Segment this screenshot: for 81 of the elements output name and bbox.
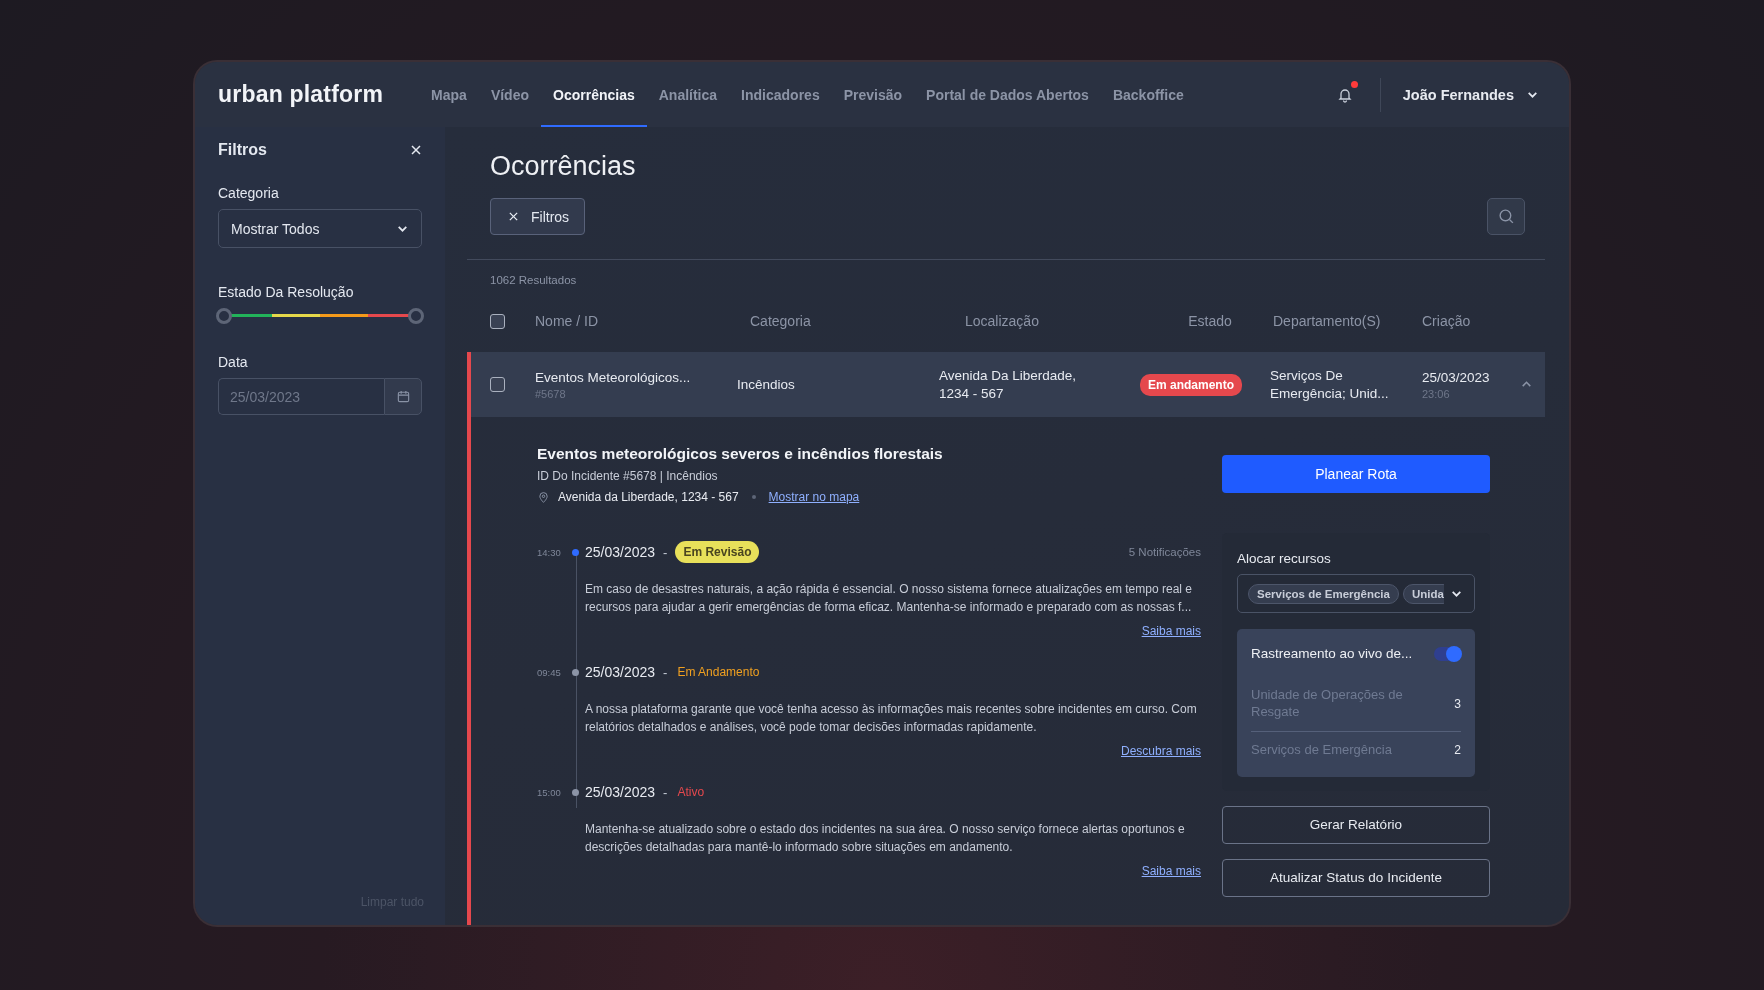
map-link[interactable]: Mostrar no mapa xyxy=(768,490,860,504)
read-more-link[interactable]: Descubra mais xyxy=(1120,744,1201,758)
column-header[interactable]: Categoria xyxy=(737,313,939,329)
event-time: 09:45 xyxy=(537,666,562,678)
department-cell-text: Serviços De Emergência; Unid... xyxy=(1270,366,1390,403)
field-label: Data xyxy=(218,354,249,370)
search-button[interactable] xyxy=(1487,198,1525,235)
tracking-label: Rastreamento ao vivo de... xyxy=(1251,646,1413,661)
resource-select[interactable]: Serviços de Emergência Unida xyxy=(1237,574,1475,613)
event-time: 15:00 xyxy=(537,786,562,798)
created-date: 25/03/2023 xyxy=(1422,369,1491,385)
category-select[interactable]: Mostrar Todos xyxy=(218,209,422,248)
calendar-icon xyxy=(395,389,411,404)
page-title: Ocorrências xyxy=(490,151,637,182)
unit-count: 2 xyxy=(1454,743,1461,758)
column-header[interactable]: Estado xyxy=(1140,313,1270,329)
nav-tab[interactable]: Vídeo xyxy=(478,62,541,127)
incident-name: Eventos Meteorológicos... xyxy=(535,369,692,385)
nav-tab[interactable]: Previsão xyxy=(831,62,915,127)
column-header[interactable]: Criação xyxy=(1422,313,1515,329)
location-pin-icon xyxy=(537,490,550,504)
read-more-link[interactable]: Saiba mais xyxy=(1141,864,1201,878)
unit-count: 3 xyxy=(1454,696,1461,711)
event-description: Em caso de desastres naturais, a ação rápida é essencial. O nosso sistema fornece atualizações em tempo real e recursos para ajudar a gerir emergências de forma eficaz. Mantenha-se informado e preparado com as nossas f... xyxy=(585,581,1193,616)
nav-tab[interactable]: Indicadores xyxy=(729,62,832,127)
tracking-toggle[interactable] xyxy=(1434,646,1461,661)
action-button[interactable]: Gerar Relatório xyxy=(1222,805,1490,844)
detail-subtitle: ID Do Incidente #5678 | Incêndios xyxy=(537,469,719,483)
location-cell-text: Avenida Da Liberdade, 1234 - 567 xyxy=(939,366,1078,403)
dash-separator: - xyxy=(663,664,668,680)
detail-title: Eventos meteorológicos severos e incêndios florestais xyxy=(537,445,944,463)
event-description: Mantenha-se atualizado sobre o estado dos incidentes na sua área. O nosso serviço fornece alertas oportunos e descrições detalhadas para mantê-lo informado sobre situações em andamento. xyxy=(585,821,1186,856)
event-date: 25/03/2023 xyxy=(585,664,656,680)
nav-tab[interactable]: Mapa xyxy=(419,62,479,127)
status-badge: Em Revisão xyxy=(675,541,760,563)
unit-name: Unidade de Operações de Resgate xyxy=(1251,687,1404,721)
nav-tab[interactable]: Analítica xyxy=(646,62,730,127)
row-checkbox[interactable] xyxy=(490,377,505,392)
close-icon[interactable] xyxy=(410,144,422,156)
select-all-checkbox[interactable] xyxy=(490,313,505,329)
user-menu[interactable]: João Fernandes xyxy=(1402,86,1539,103)
nav-tab[interactable]: Backoffice xyxy=(1100,62,1196,127)
event-date: 25/03/2023 xyxy=(585,544,656,560)
dash-separator: - xyxy=(663,784,668,800)
notification-count: 5 Notificações xyxy=(1128,546,1201,558)
close-icon xyxy=(508,211,519,222)
incident-id: #5678 xyxy=(535,387,567,400)
read-more-link[interactable]: Saiba mais xyxy=(1141,624,1201,638)
date-field[interactable]: 25/03/2023 xyxy=(218,378,384,415)
status-badge: Em andamento xyxy=(1140,373,1242,396)
column-header[interactable]: Localização xyxy=(939,313,1140,329)
logo: urban platform xyxy=(218,81,384,108)
resource-tag: Unida xyxy=(1402,583,1444,604)
slider-thumb[interactable] xyxy=(216,308,232,324)
bell-icon xyxy=(1336,86,1353,103)
results-count: 1062 Resultados xyxy=(490,274,578,286)
dash-separator: - xyxy=(663,544,668,560)
calendar-button[interactable] xyxy=(384,378,422,415)
column-header[interactable]: Nome / ID xyxy=(535,313,737,329)
event-time: 14:30 xyxy=(537,546,562,558)
created-time: 23:06 xyxy=(1422,387,1451,400)
search-icon xyxy=(1497,208,1515,225)
column-header[interactable]: Departamento(S) xyxy=(1270,313,1422,329)
sidebar-title: Filtros xyxy=(218,141,267,159)
status-text: Em Andamento xyxy=(677,665,760,679)
category-cell-text: Incêndios xyxy=(737,375,796,394)
plan-route-button[interactable]: Planear Rota xyxy=(1222,455,1490,493)
status-text: Ativo xyxy=(677,785,705,799)
slider-thumb[interactable] xyxy=(408,308,424,324)
panel-title: Alocar recursos xyxy=(1237,551,1332,566)
table-row[interactable]: Eventos Meteorológicos... #5678 Incêndios Avenida Da Liberdade, 1234 - 567 Em andamento Serviços De Emergência; Unid... 25/03/2023 23:06 xyxy=(467,352,1545,417)
filters-button[interactable]: Filtros xyxy=(490,198,586,235)
unit-name: Serviços de Emergência xyxy=(1251,741,1393,759)
address-text: Avenida da Liberdade, 1234 - 567 xyxy=(558,490,739,504)
resource-tag: Serviços de Emergência xyxy=(1248,583,1399,604)
field-label: Categoria xyxy=(218,185,280,201)
action-button[interactable]: Atualizar Status do Incidente xyxy=(1222,858,1490,897)
event-date: 25/03/2023 xyxy=(585,784,656,800)
field-label: Estado Da Resolução xyxy=(218,284,355,300)
nav-tab[interactable]: Portal de Dados Abertos xyxy=(914,62,1101,127)
event-description: A nossa plataforma garante que você tenha acesso às informações mais recentes sobre incidentes em curso. Com relatórios detalhados e análises, você pode tomar decisões informadas rapidamente. xyxy=(585,701,1198,736)
